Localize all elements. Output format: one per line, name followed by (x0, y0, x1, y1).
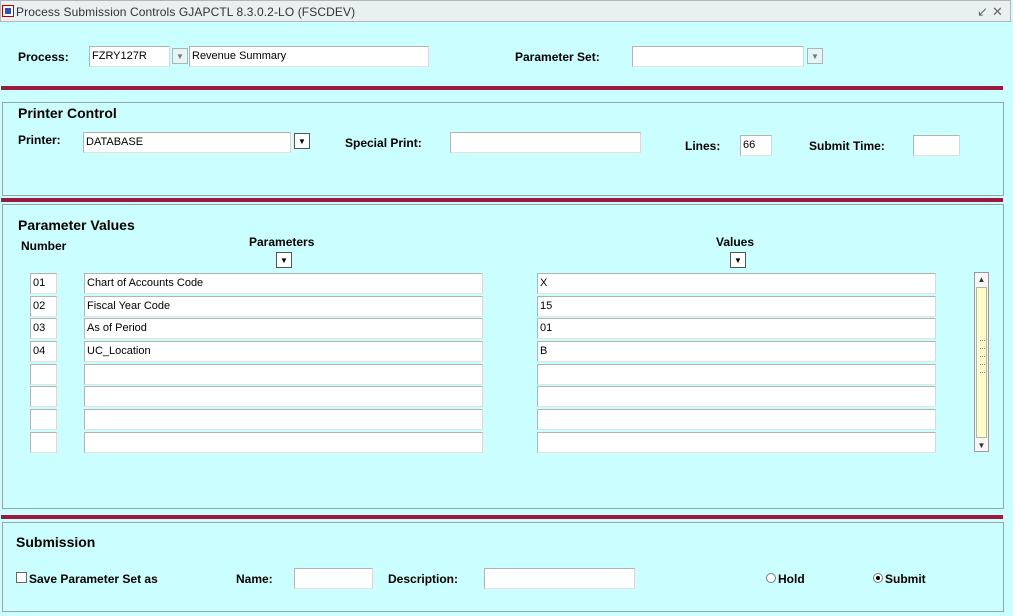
printer-field[interactable]: DATABASE (83, 132, 291, 153)
name-field[interactable] (294, 568, 373, 589)
printer-dropdown-button[interactable]: ▼ (294, 133, 310, 149)
grip-icon (980, 356, 985, 359)
parameter-value-field[interactable] (537, 432, 936, 453)
submit-radio[interactable] (873, 573, 883, 583)
parameter-name-field (84, 364, 483, 385)
parameter-number-field[interactable]: 03 (30, 318, 57, 339)
scrollbar-thumb[interactable] (976, 287, 987, 438)
parameter-name-field: As of Period (84, 318, 483, 339)
chevron-down-icon: ▼ (280, 255, 288, 265)
close-icon[interactable]: ✕ (992, 4, 1003, 20)
hold-radio[interactable] (766, 573, 776, 583)
lines-field[interactable]: 66 (740, 135, 772, 156)
window-title: Process Submission Controls GJAPCTL 8.3.… (16, 5, 356, 19)
window-title-bar: Process Submission Controls GJAPCTL 8.3.… (0, 0, 1011, 22)
parameter-values-title: Parameter Values (18, 217, 135, 233)
process-code-field[interactable]: FZRY127R (89, 46, 170, 67)
parameter-value-field[interactable]: 01 (537, 318, 936, 339)
parameters-column-header: Parameters (249, 235, 315, 249)
scroll-down-icon[interactable]: ▼ (975, 439, 988, 452)
process-lookup-button[interactable]: ▼ (172, 48, 188, 64)
description-field[interactable] (484, 568, 635, 589)
chevron-down-icon: ▼ (298, 136, 306, 146)
parameter-value-field[interactable]: B (537, 341, 936, 362)
printer-label: Printer: (18, 133, 61, 147)
parameter-name-field: UC_Location (84, 341, 483, 362)
grip-icon (980, 364, 985, 367)
grip-icon (980, 340, 985, 343)
special-print-field[interactable] (450, 132, 641, 153)
special-print-label: Special Print: (345, 136, 422, 150)
parameter-scrollbar[interactable]: ▲ ▼ (974, 272, 989, 452)
section-separator (1, 86, 1003, 90)
save-parameter-set-checkbox[interactable] (16, 572, 27, 583)
parameter-value-field[interactable] (537, 409, 936, 430)
submit-time-field[interactable] (913, 135, 960, 156)
submit-label: Submit (885, 572, 926, 586)
section-separator (1, 515, 1003, 519)
lines-label: Lines: (685, 139, 721, 153)
parameter-number-field[interactable] (30, 409, 57, 430)
submission-panel (2, 522, 1004, 612)
parameter-set-label: Parameter Set: (515, 50, 600, 64)
description-label: Description: (388, 572, 459, 586)
chevron-down-icon: ▼ (734, 255, 742, 265)
parameter-value-field[interactable] (537, 386, 936, 407)
submit-time-label: Submit Time: (809, 139, 885, 153)
number-column-header: Number (21, 239, 67, 253)
save-parameter-set-label: Save Parameter Set as (29, 572, 158, 586)
parameter-number-field[interactable]: 02 (30, 296, 57, 317)
parameter-number-field[interactable] (30, 386, 57, 407)
parameter-set-field[interactable] (632, 46, 804, 67)
parameter-name-field (84, 432, 483, 453)
section-separator (1, 198, 1003, 202)
parameters-lov-button[interactable]: ▼ (276, 252, 292, 268)
process-label: Process: (18, 50, 69, 64)
parameter-name-field: Fiscal Year Code (84, 296, 483, 317)
app-icon (2, 5, 14, 17)
minimize-icon[interactable]: ↙ (977, 4, 988, 20)
grip-icon (980, 348, 985, 351)
values-lov-button[interactable]: ▼ (730, 252, 746, 268)
parameter-name-field (84, 409, 483, 430)
parameter-set-lookup-button[interactable]: ▼ (807, 48, 823, 64)
parameter-number-field[interactable]: 01 (30, 273, 57, 294)
process-description-field: Revenue Summary (189, 46, 429, 67)
scroll-up-icon[interactable]: ▲ (975, 273, 988, 286)
parameter-value-field[interactable]: 15 (537, 296, 936, 317)
chevron-down-icon: ▼ (811, 51, 819, 61)
parameter-value-field[interactable]: X (537, 273, 936, 294)
parameter-number-field[interactable]: 04 (30, 341, 57, 362)
parameter-name-field: Chart of Accounts Code (84, 273, 483, 294)
printer-control-title: Printer Control (18, 105, 117, 121)
parameter-number-field[interactable] (30, 364, 57, 385)
chevron-down-icon: ▼ (176, 51, 184, 61)
parameter-number-field[interactable] (30, 432, 57, 453)
values-column-header: Values (716, 235, 755, 249)
submission-title: Submission (16, 534, 96, 550)
name-label: Name: (236, 572, 273, 586)
hold-label: Hold (778, 572, 805, 586)
grip-icon (980, 372, 985, 375)
parameter-value-field[interactable] (537, 364, 936, 385)
parameter-name-field (84, 386, 483, 407)
